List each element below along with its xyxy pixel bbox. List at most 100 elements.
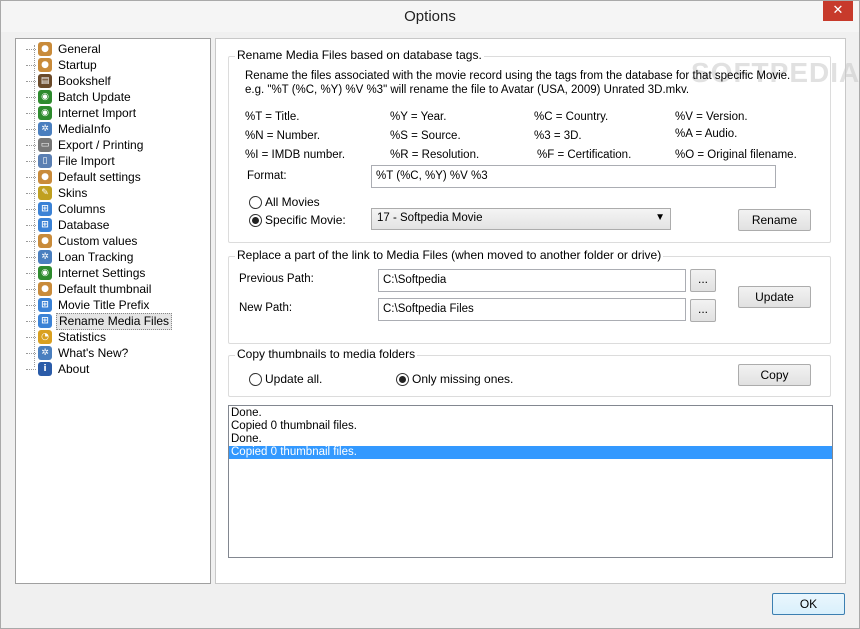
previous-path-input[interactable]: C:\Softpedia bbox=[378, 269, 686, 292]
options-window: Options ✕ ● General ● Startup ▤ Bookshelf ◉ Bat… bbox=[0, 0, 860, 629]
sidebar-item[interactable]: ● Default thumbnail bbox=[26, 281, 153, 297]
sidebar-item[interactable]: ◉ Internet Settings bbox=[26, 265, 147, 281]
tree-connector bbox=[26, 128, 36, 130]
sidebar-item[interactable]: ▭ Export / Printing bbox=[26, 137, 145, 153]
sidebar-item[interactable]: ⊞ Database bbox=[26, 217, 111, 233]
tree-connector bbox=[26, 96, 36, 98]
sidebar-item[interactable]: ⊞ Columns bbox=[26, 201, 107, 217]
gear-icon: ✲ bbox=[38, 250, 52, 264]
sidebar-item-label: Rename Media Files bbox=[56, 312, 173, 330]
printer-icon: ▭ bbox=[38, 138, 52, 152]
sidebar-item[interactable]: ✲ MediaInfo bbox=[26, 121, 113, 137]
tag-3d: %3 = 3D. bbox=[534, 130, 582, 142]
sidebar-item[interactable]: ● Startup bbox=[26, 57, 99, 73]
tag-number: %N = Number. bbox=[245, 130, 321, 142]
tree-connector bbox=[26, 304, 36, 306]
windows-icon: ⊞ bbox=[38, 298, 52, 312]
all-movies-label: All Movies bbox=[265, 195, 320, 209]
pie-chart-icon: ◔ bbox=[38, 330, 52, 344]
tree-connector bbox=[26, 80, 36, 82]
close-button[interactable]: ✕ bbox=[823, 1, 853, 21]
sidebar-item[interactable]: ● General bbox=[26, 41, 103, 57]
movie-select[interactable]: 17 - Softpedia Movie ▼ bbox=[371, 208, 671, 230]
only-missing-label: Only missing ones. bbox=[412, 372, 514, 386]
tag-source: %S = Source. bbox=[390, 130, 461, 142]
sidebar-item-label: MediaInfo bbox=[58, 121, 111, 136]
log-list[interactable]: Done. Copied 0 thumbnail files. Done. Co… bbox=[228, 405, 833, 558]
sidebar-item-label: File Import bbox=[58, 153, 115, 168]
globe-icon: ◉ bbox=[38, 106, 52, 120]
sidebar-item-label: Batch Update bbox=[58, 89, 131, 104]
log-line-selected[interactable]: Copied 0 thumbnail files. bbox=[229, 446, 832, 459]
person-icon: ● bbox=[38, 58, 52, 72]
log-line[interactable]: Done. bbox=[229, 407, 832, 420]
sidebar-item[interactable]: ◔ Statistics bbox=[26, 329, 108, 345]
gear-icon: ✲ bbox=[38, 346, 52, 360]
rename-button[interactable]: Rename bbox=[738, 209, 811, 231]
tree-connector bbox=[26, 208, 36, 210]
tree-connector bbox=[26, 64, 36, 66]
gear-icon: ✲ bbox=[38, 122, 52, 136]
log-line[interactable]: Copied 0 thumbnail files. bbox=[229, 420, 832, 433]
radio-circle-checked bbox=[396, 372, 409, 386]
tag-year: %Y = Year. bbox=[390, 111, 447, 123]
sidebar-item-label: Export / Printing bbox=[58, 137, 144, 152]
sidebar-item-label: Bookshelf bbox=[58, 73, 111, 88]
tag-title: %T = Title. bbox=[245, 111, 300, 123]
sidebar-item-label: Internet Settings bbox=[58, 265, 146, 280]
tree-connector bbox=[26, 240, 36, 242]
sidebar-item-label: Columns bbox=[58, 201, 106, 216]
previous-path-browse-button[interactable]: ... bbox=[690, 269, 716, 292]
radio-circle bbox=[249, 372, 262, 386]
sidebar-item[interactable]: ⊞ Rename Media Files bbox=[26, 312, 173, 330]
bookshelf-icon: ▤ bbox=[38, 74, 52, 88]
tree-connector bbox=[26, 176, 36, 178]
sidebar-item[interactable]: ● Custom values bbox=[26, 233, 139, 249]
sidebar-item-label: General bbox=[58, 41, 101, 56]
specific-movie-radio[interactable]: Specific Movie: bbox=[249, 213, 346, 227]
update-all-radio[interactable]: Update all. bbox=[249, 372, 322, 386]
only-missing-radio[interactable]: Only missing ones. bbox=[396, 372, 513, 386]
update-button[interactable]: Update bbox=[738, 286, 811, 308]
copy-group-title: Copy thumbnails to media folders bbox=[235, 347, 418, 361]
tree-connector bbox=[26, 368, 36, 370]
log-line[interactable]: Done. bbox=[229, 433, 832, 446]
sidebar-item[interactable]: ▤ Bookshelf bbox=[26, 73, 113, 89]
new-path-browse-button[interactable]: ... bbox=[690, 299, 716, 322]
radio-circle-checked bbox=[249, 213, 262, 227]
tree-connector bbox=[26, 336, 36, 338]
new-path-input[interactable]: C:\Softpedia Files bbox=[378, 298, 686, 321]
sidebar-item-label: Internet Import bbox=[58, 105, 137, 120]
sidebar-item-label: Skins bbox=[58, 185, 88, 200]
copy-button[interactable]: Copy bbox=[738, 364, 811, 386]
tag-country: %C = Country. bbox=[534, 111, 609, 123]
sidebar-item[interactable]: ▯ File Import bbox=[26, 153, 117, 169]
tree-connector bbox=[26, 352, 36, 354]
sidebar-item[interactable]: ◉ Internet Import bbox=[26, 105, 138, 121]
all-movies-radio[interactable]: All Movies bbox=[249, 195, 320, 209]
rename-description: Rename the files associated with the mov… bbox=[245, 70, 791, 82]
sidebar-item[interactable]: ✎ Skins bbox=[26, 185, 89, 201]
sidebar-item[interactable]: ● Default settings bbox=[26, 169, 143, 185]
globe-icon: ◉ bbox=[38, 90, 52, 104]
specific-movie-label: Specific Movie: bbox=[265, 213, 346, 227]
format-label: Format: bbox=[247, 170, 287, 182]
sidebar-item[interactable]: ✲ What's New? bbox=[26, 345, 130, 361]
title-bar: Options ✕ bbox=[1, 1, 859, 32]
tree-connector bbox=[26, 160, 36, 162]
tree-connector bbox=[26, 288, 36, 290]
sidebar-item-label: Loan Tracking bbox=[58, 249, 134, 264]
sidebar-item[interactable]: i About bbox=[26, 361, 91, 377]
tag-version: %V = Version. bbox=[675, 111, 748, 123]
update-all-label: Update all. bbox=[265, 372, 323, 386]
format-input[interactable]: %T (%C, %Y) %V %3 bbox=[371, 165, 776, 188]
window-title: Options bbox=[404, 8, 456, 25]
sidebar-item-label: Default thumbnail bbox=[58, 281, 152, 296]
sidebar-item[interactable]: ⊞ Movie Title Prefix bbox=[26, 297, 151, 313]
sidebar-item[interactable]: ◉ Batch Update bbox=[26, 89, 133, 105]
sidebar-item[interactable]: ✲ Loan Tracking bbox=[26, 249, 135, 265]
sidebar-item-label: Statistics bbox=[58, 329, 107, 344]
tree-connector bbox=[26, 48, 36, 50]
ok-button[interactable]: OK bbox=[772, 593, 845, 615]
settings-tree[interactable]: ● General ● Startup ▤ Bookshelf ◉ Batch Update ◉… bbox=[15, 38, 211, 584]
